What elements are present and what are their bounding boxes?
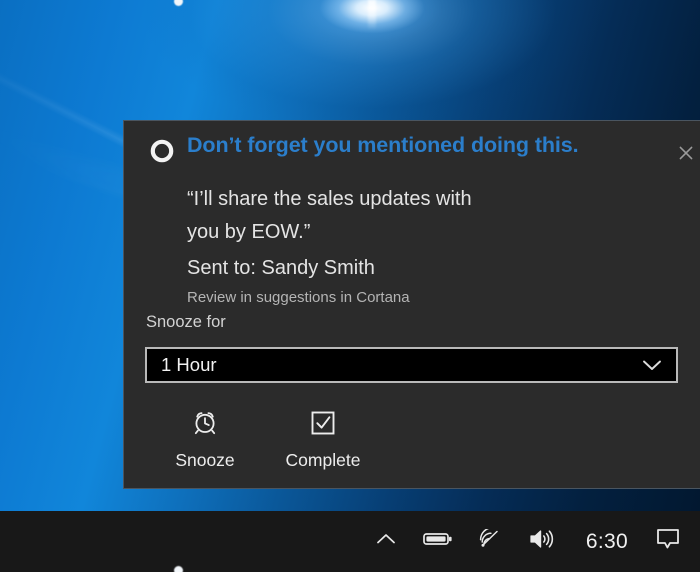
close-icon[interactable]	[672, 139, 700, 167]
action-center-button[interactable]	[642, 517, 694, 567]
chevron-down-icon	[642, 359, 676, 372]
network-button[interactable]	[464, 517, 516, 567]
checkbox-check-icon	[308, 405, 338, 439]
snooze-duration-select[interactable]: 1 Hour	[145, 347, 678, 383]
wallpaper-speck-top	[174, 0, 183, 6]
volume-button[interactable]	[516, 517, 568, 567]
review-suggestion-note: Review in suggestions in Cortana	[187, 289, 410, 306]
system-tray: 6:30	[360, 517, 700, 567]
cortana-notification-toast[interactable]: Don’t forget you mentioned doing this. “…	[123, 120, 700, 489]
notification-actions: Snooze Complete	[146, 401, 382, 471]
taskbar: 6:30	[0, 511, 700, 572]
screen: Don’t forget you mentioned doing this. “…	[0, 0, 700, 572]
alarm-clock-icon	[190, 405, 220, 439]
quote-line-2: you by EOW.”	[187, 221, 311, 243]
snooze-selected-value: 1 Hour	[161, 354, 217, 375]
snooze-button-label: Snooze	[175, 450, 235, 470]
snooze-button[interactable]: Snooze	[146, 401, 264, 471]
notification-header: Don’t forget you mentioned doing this.	[124, 121, 700, 183]
complete-button[interactable]: Complete	[264, 401, 382, 471]
wifi-icon	[478, 526, 502, 554]
notification-title: Don’t forget you mentioned doing this.	[187, 133, 579, 157]
show-hidden-icons-button[interactable]	[360, 517, 412, 567]
speaker-volume-icon	[528, 528, 556, 555]
battery-button[interactable]	[412, 517, 464, 567]
chevron-up-icon	[375, 532, 397, 551]
notification-body: “I’ll share the sales updates with you b…	[124, 183, 700, 306]
taskbar-speck	[174, 566, 183, 572]
wallpaper-light-stem	[368, 0, 376, 30]
taskbar-clock[interactable]: 6:30	[568, 530, 642, 554]
snooze-for-label: Snooze for	[146, 313, 226, 331]
quote-line-1: “I’ll share the sales updates with	[187, 188, 472, 210]
cortana-ring-icon	[149, 138, 175, 164]
battery-icon	[423, 531, 453, 552]
action-center-icon	[654, 526, 682, 557]
sent-to-text: Sent to: Sandy Smith	[187, 257, 375, 279]
complete-button-label: Complete	[285, 450, 361, 470]
